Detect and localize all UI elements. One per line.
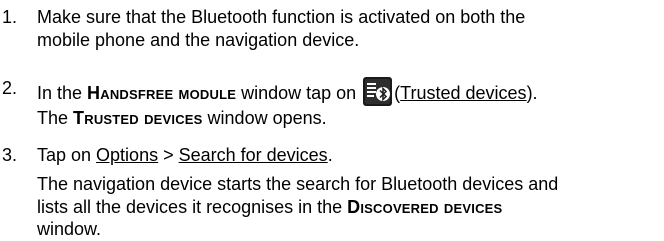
step-2-result-suffix: window opens. [202, 108, 327, 128]
step-1-text-line-1: Make sure that the Bluetooth function is… [37, 7, 526, 27]
discovered-devices-window-name: Discovered devices [347, 197, 503, 217]
search-for-devices-link[interactable]: Search for devices [179, 145, 328, 165]
trusted-devices-link[interactable]: Trusted devices [400, 83, 526, 103]
trusted-devices-window-name: Trusted devices [73, 108, 203, 128]
step-1-text-line-2: mobile phone and the navigation device. [37, 30, 360, 50]
step-3-result-line-2-prefix: lists all the devices it recognises in t… [37, 197, 348, 217]
handsfree-module-window-name: Handsfree module [87, 83, 237, 103]
step-3-separator: > [158, 145, 179, 165]
step-2-result: The Trusted devices window opens. [37, 107, 327, 129]
step-3-result-line-3: window. [37, 219, 102, 239]
step-3-instruction: Tap on Options > Search for devices. [37, 144, 333, 166]
options-link[interactable]: Options [96, 145, 158, 165]
step-2-close: ). [526, 83, 538, 103]
step-2-result-prefix: The [37, 108, 74, 128]
step-3-suffix: . [327, 145, 333, 165]
step-2-prefix: In the [37, 83, 88, 103]
instruction-steps: 1. Make sure that the Bluetooth function… [0, 0, 664, 241]
step-3-result-line-1: The navigation device starts the search … [37, 174, 559, 194]
trusted-devices-bluetooth-icon [363, 77, 393, 106]
step-3-number: 3. [2, 145, 18, 165]
step-2-middle: window tap on [236, 83, 362, 103]
step-2-number: 2. [2, 78, 18, 98]
step-3-result-line-2: lists all the devices it recognises in t… [37, 196, 502, 218]
step-3-prefix: Tap on [37, 145, 97, 165]
step-1-number: 1. [2, 7, 18, 27]
step-2-instruction: In the Handsfree module window tap on (T… [37, 77, 538, 106]
